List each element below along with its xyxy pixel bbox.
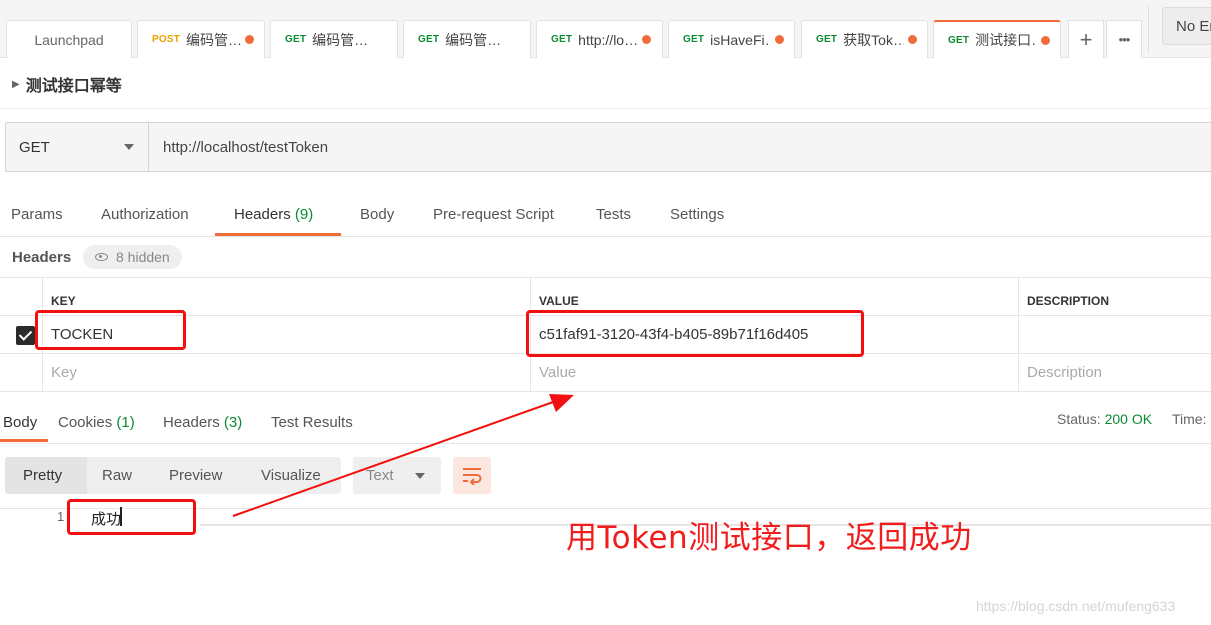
watermark: https://blog.csdn.net/mufeng633 — [976, 598, 1176, 614]
annotation-text: 用Token测试接口，返回成功 — [566, 520, 972, 556]
